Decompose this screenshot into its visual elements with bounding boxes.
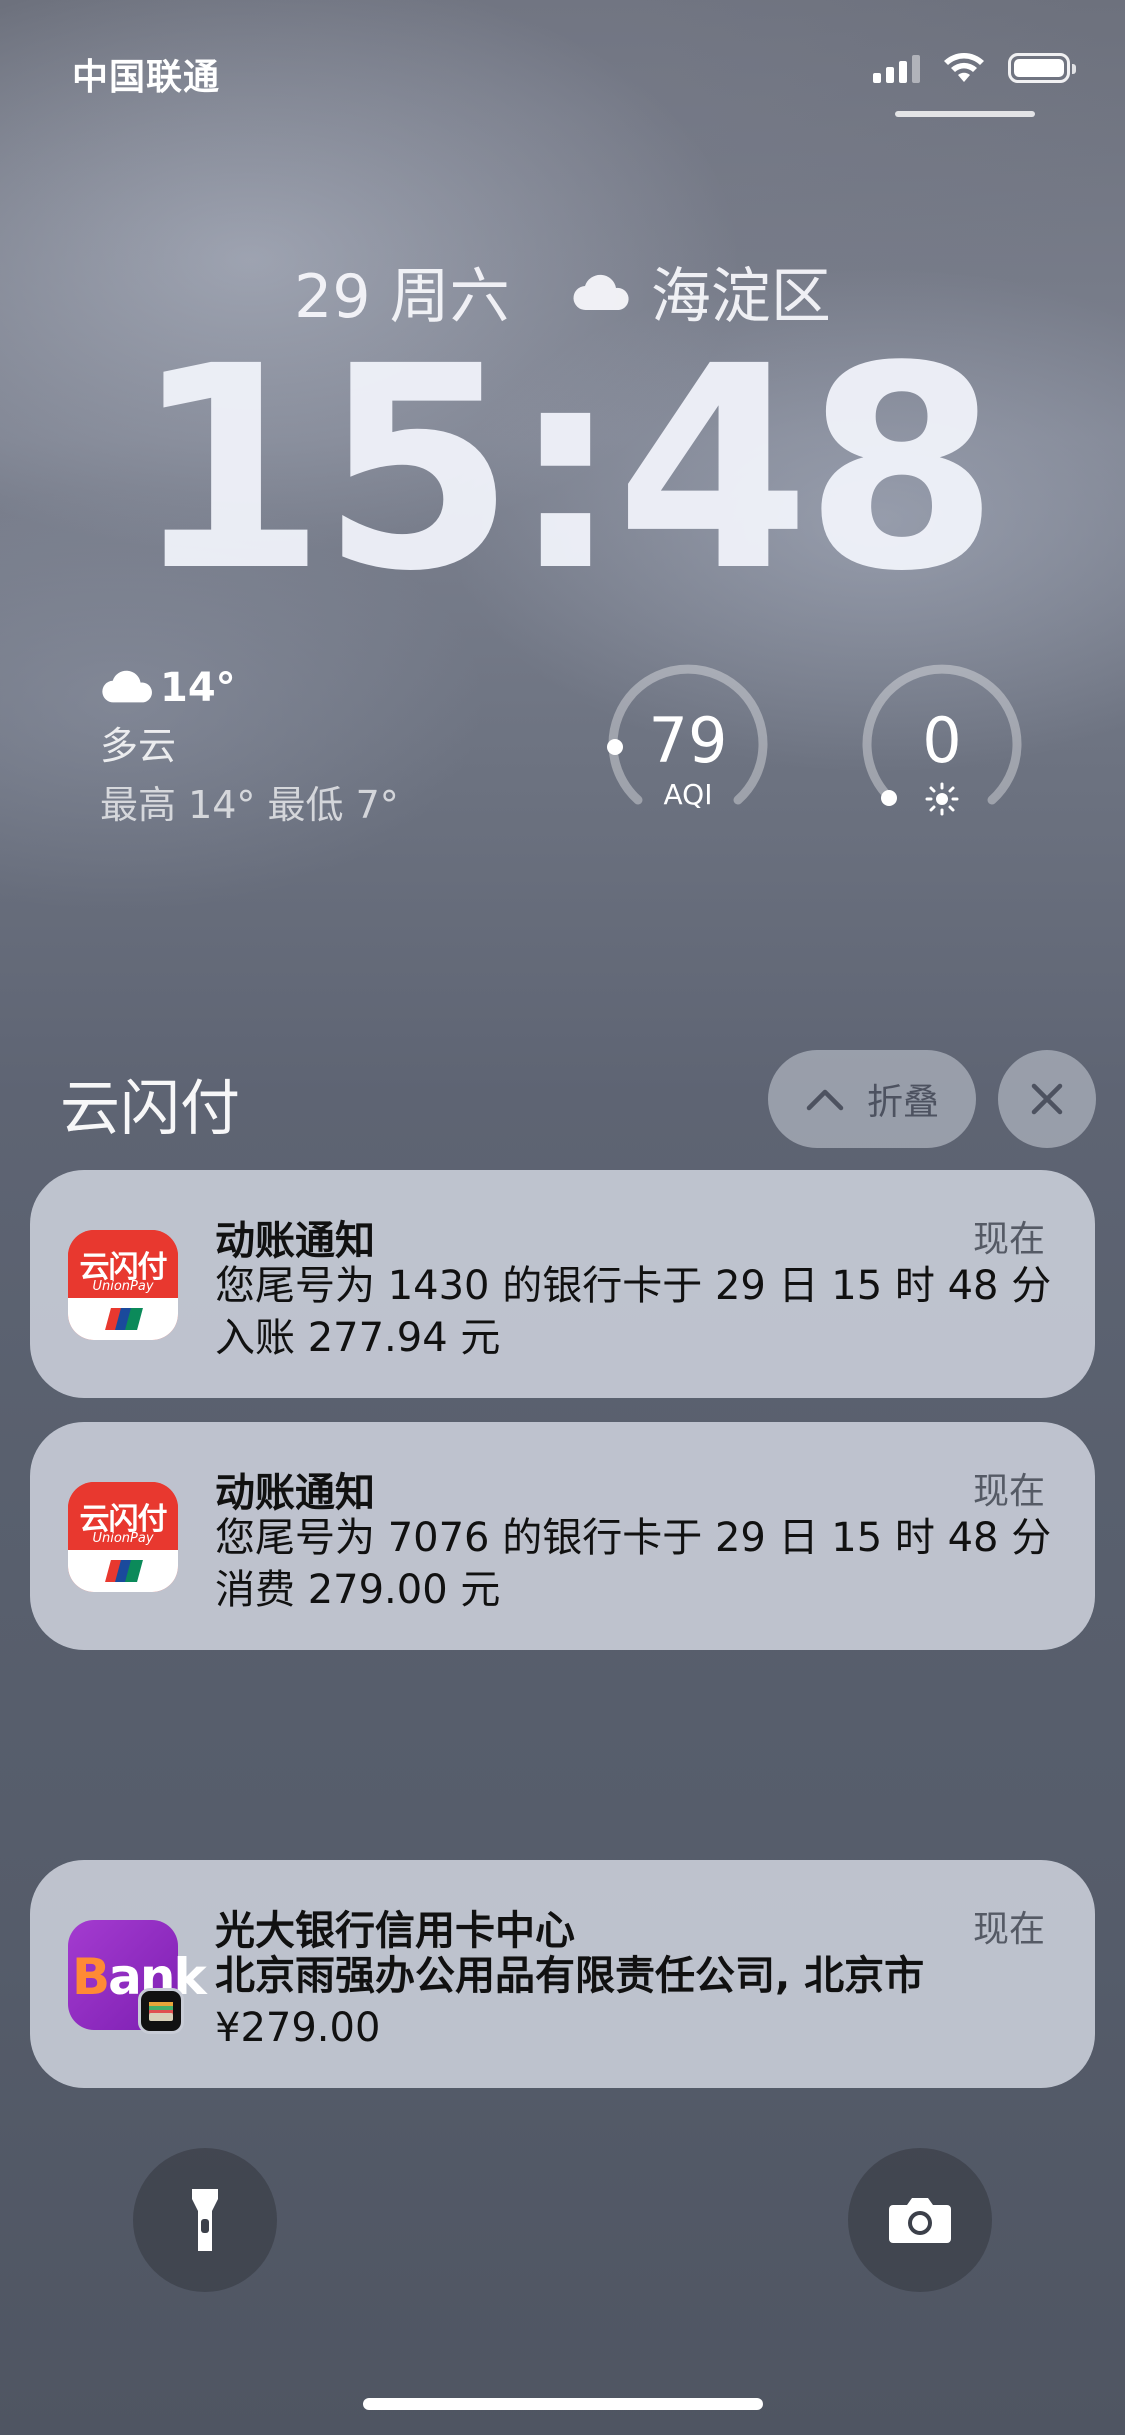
home-indicator[interactable] — [363, 2398, 763, 2410]
collapse-button[interactable]: 折叠 — [768, 1050, 976, 1148]
weather-temperature: 14° — [160, 665, 236, 711]
camera-icon — [889, 2198, 951, 2243]
clear-group-button[interactable] — [998, 1050, 1096, 1148]
wallet-badge-icon — [138, 1988, 184, 2034]
control-center-indicator[interactable] — [895, 111, 1035, 117]
notification-time: 现在 — [972, 1219, 1045, 1260]
wallet-notification-amount: ¥279.00 — [215, 2005, 381, 2051]
notification-body-line: 您尾号为 1430 的银行卡于 29 日 15 时 48 分 — [215, 1263, 1052, 1309]
cellular-signal-icon — [873, 53, 920, 83]
notification-body: 您尾号为 1430 的银行卡于 29 日 15 时 48 分 入账 277.94… — [215, 1260, 1055, 1364]
uv-gauge-marker — [881, 790, 897, 806]
aqi-value: 79 — [648, 704, 728, 777]
wallet-notification-title: 光大银行信用卡中心 — [215, 1908, 575, 1954]
chevron-up-icon — [806, 1089, 844, 1111]
weather-range: 最高 14° 最低 7° — [100, 783, 399, 827]
notification-body-line: 消费 279.00 元 — [215, 1567, 501, 1613]
status-icons — [873, 52, 1076, 84]
weather-condition: 多云 — [100, 724, 177, 768]
notification-card[interactable]: 云闪付 UnionPay 动账通知 现在 您尾号为 1430 的银行卡于 29 … — [30, 1170, 1095, 1398]
camera-button[interactable] — [848, 2148, 992, 2292]
uv-value: 0 — [922, 704, 962, 777]
collapse-label: 折叠 — [866, 1082, 939, 1123]
wifi-icon — [944, 53, 984, 82]
notification-title: 动账通知 — [215, 1218, 375, 1264]
aqi-label: AQI — [663, 778, 713, 811]
uv-index-widget[interactable]: 0 — [857, 660, 1027, 830]
lockscreen-clock: 15:48 — [131, 307, 999, 633]
notification-body: 您尾号为 7076 的银行卡于 29 日 15 时 48 分 消费 279.00… — [215, 1512, 1055, 1616]
sun-icon — [925, 782, 959, 816]
wallet-notification-card[interactable]: Bank 光大银行信用卡中心 现在 北京雨强办公用品有限责任公司, 北京市 ¥2… — [30, 1860, 1095, 2088]
notification-group-title: 云闪付 — [60, 1074, 240, 1144]
wallet-notification-merchant: 北京雨强办公用品有限责任公司, 北京市 — [215, 1953, 925, 1999]
notification-body-line: 您尾号为 7076 的银行卡于 29 日 15 时 48 分 — [215, 1515, 1052, 1561]
notification-title: 动账通知 — [215, 1470, 375, 1516]
notification-body-line: 入账 277.94 元 — [215, 1315, 501, 1361]
battery-icon — [1008, 53, 1076, 83]
unionpay-app-icon: 云闪付 UnionPay — [68, 1230, 178, 1340]
carrier-name: 中国联通 — [72, 57, 221, 98]
close-icon — [1031, 1083, 1063, 1115]
notification-card[interactable]: 云闪付 UnionPay 动账通知 现在 您尾号为 7076 的银行卡于 29 … — [30, 1422, 1095, 1650]
weather-widget[interactable]: 14° 多云 最高 14° 最低 7° — [100, 665, 399, 829]
notification-time: 现在 — [972, 1471, 1045, 1512]
flashlight-button[interactable] — [133, 2148, 277, 2292]
aqi-widget[interactable]: 79 AQI — [603, 660, 773, 830]
flashlight-icon — [192, 2189, 218, 2251]
unionpay-app-icon: 云闪付 UnionPay — [68, 1482, 178, 1592]
wallet-notification-time: 现在 — [972, 1909, 1045, 1950]
cloud-icon — [102, 670, 152, 703]
